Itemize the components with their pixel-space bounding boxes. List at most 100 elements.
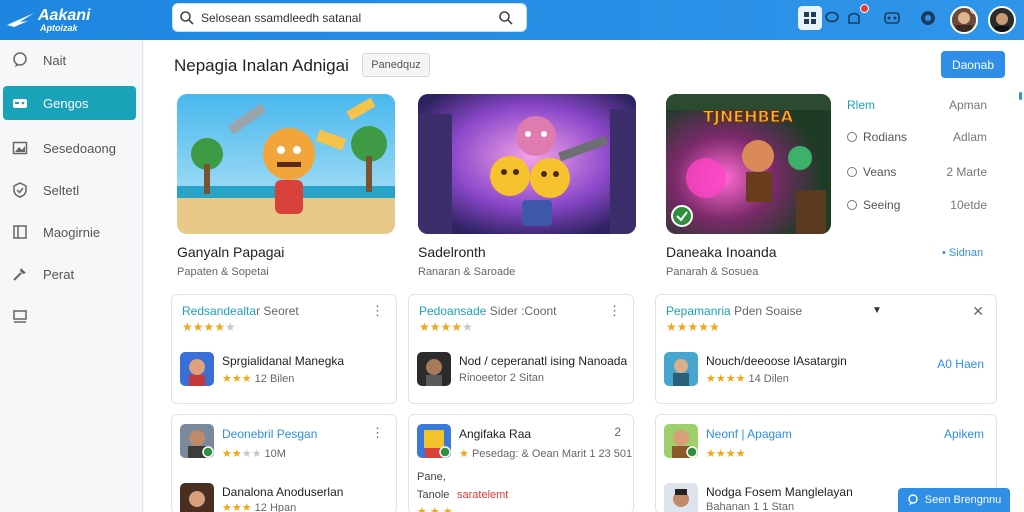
image-icon xyxy=(11,139,29,157)
star-rating: ★★★★ xyxy=(706,448,746,460)
app-thumbnail xyxy=(417,424,451,458)
sidebar-item-screen[interactable] xyxy=(3,299,136,333)
notification-badge xyxy=(860,4,869,13)
card-title[interactable]: Deonebril Pesgan xyxy=(222,427,317,441)
close-icon[interactable]: ✕ xyxy=(972,303,984,320)
card-action-link[interactable]: A0 Haen xyxy=(937,357,984,371)
app-meta: ★★★★ 14 Dilen xyxy=(706,373,789,385)
game-card[interactable]: Pepamanria Pden Soaise ▼ ✕ ★★★★★ Nouch/d… xyxy=(655,294,997,404)
profile-ring-icon[interactable] xyxy=(916,6,940,30)
chat-button[interactable]: Seen Brengnnu xyxy=(898,488,1010,512)
sidebar: Nait Gengos Sesedoaong Seltetl Maogirnie… xyxy=(0,40,143,512)
feature-title-3[interactable]: Daneaka Inoanda xyxy=(666,244,777,260)
radio-button[interactable] xyxy=(847,167,857,177)
primary-action-button[interactable]: Daonab xyxy=(941,51,1005,78)
feature-card-3[interactable]: TJNEHBEA xyxy=(666,94,831,234)
more-menu-icon[interactable]: ⋮ xyxy=(371,425,384,441)
feature-title-1[interactable]: Ganyaln Papagai xyxy=(177,244,284,260)
app-name[interactable]: Nouch/deeoose lAsatargin xyxy=(706,354,847,368)
sidebar-item-gengos[interactable]: Gengos xyxy=(3,86,136,120)
see-all-link[interactable]: • Sidnan xyxy=(942,247,983,259)
app-thumbnail xyxy=(180,352,214,386)
card-title[interactable]: Neonf | Apagam xyxy=(706,427,792,441)
search-submit-icon[interactable] xyxy=(498,10,514,26)
ranking-row-value: 2 Marte xyxy=(946,165,987,179)
card-highlight-text: saratelemt xyxy=(457,489,509,501)
ranking-row-label: Veans xyxy=(863,165,897,179)
card-title-main: Pepamanria xyxy=(666,304,731,318)
sidebar-item-label: Perat xyxy=(43,266,75,282)
ranking-header-left: Rlem xyxy=(847,98,876,112)
search-input[interactable] xyxy=(201,8,491,28)
scrollbar-indicator[interactable] xyxy=(1019,92,1022,100)
sidebar-item-maogirnie[interactable]: Maogirnie xyxy=(3,215,136,249)
feature-subtitle-2: Ranaran & Saroade xyxy=(418,266,516,278)
radio-button[interactable] xyxy=(847,200,857,210)
app-meta-text: Pesedag: & Oean Marit 1 23 501 xyxy=(471,448,633,460)
tools-icon xyxy=(11,265,29,283)
app-meta-text: 12 Hpan xyxy=(254,502,297,512)
feature-subtitle-1: Papaten & Sopetai xyxy=(177,266,269,278)
app-thumbnail xyxy=(664,352,698,386)
feature-card-1[interactable] xyxy=(177,94,395,234)
radio-button[interactable] xyxy=(847,132,857,142)
ranking-header-right: Apman xyxy=(948,98,987,112)
feature-title-2[interactable]: Sadelronth xyxy=(418,244,486,260)
book-icon xyxy=(11,223,29,241)
app-name[interactable]: Nodga Fosem Manglelayan xyxy=(706,485,853,499)
card-title-main: Pedoansade xyxy=(419,304,487,318)
gamepad-icon[interactable] xyxy=(880,6,904,30)
feature-card-2[interactable] xyxy=(418,94,636,234)
user-avatar-secondary[interactable] xyxy=(988,6,1016,34)
card-line-1: Pane, xyxy=(417,471,446,483)
game-card[interactable]: Angifaka Raa 2 ★ Pesedag: & Oean Marit 1… xyxy=(408,414,634,512)
sidebar-item-perat[interactable]: Perat xyxy=(3,257,136,291)
app-name[interactable]: Sprgialidanal Manegka xyxy=(222,354,344,368)
search-box[interactable] xyxy=(172,3,527,32)
card-title[interactable]: Angifaka Raa xyxy=(459,427,531,441)
app-tagline: Aptoizak xyxy=(40,23,78,33)
card-title-secondary: r Seoret xyxy=(256,304,299,318)
message-icon[interactable] xyxy=(820,6,844,30)
more-menu-icon[interactable]: ⋮ xyxy=(371,303,384,319)
card-title-secondary: Sider :Coont xyxy=(489,304,557,318)
app-meta: ★★★★ 10M xyxy=(222,448,286,460)
sidebar-item-seltetl[interactable]: Seltetl xyxy=(3,173,136,207)
notification-icon[interactable] xyxy=(842,4,869,30)
feature-image-1 xyxy=(177,94,395,234)
sidebar-item-label: Seltetl xyxy=(43,182,80,198)
sidebar-item-sesedoaong[interactable]: Sesedoaong xyxy=(3,131,136,165)
app-meta: ★★★ 12 Hpan xyxy=(222,502,297,512)
chat-button-label: Seen Brengnnu xyxy=(924,494,1002,506)
card-action-link[interactable]: Apikem xyxy=(944,427,984,441)
card-line-2: Tanole xyxy=(417,489,450,501)
sidebar-item-nait[interactable]: Nait xyxy=(3,43,136,77)
app-name[interactable]: Nod / ceperanatl ising Nanoada xyxy=(459,354,627,368)
app-meta: Bahanan 1 1 Stan xyxy=(706,501,795,512)
user-avatar-primary[interactable] xyxy=(950,6,978,34)
filter-chip[interactable]: Panedquz xyxy=(362,53,430,77)
feature-subtitle-3: Panarah & Sosuea xyxy=(666,266,759,278)
card-title: Pepamanria Pden Soaise xyxy=(666,304,802,318)
sidebar-item-label: Nait xyxy=(43,52,67,68)
feature-image-2 xyxy=(418,94,636,234)
more-menu-icon[interactable]: ⋮ xyxy=(608,303,621,319)
feature-image-3: TJNEHBEA xyxy=(666,94,831,234)
app-meta: ★ Pesedag: & Oean Marit 1 23 501 xyxy=(459,448,633,460)
app-logo[interactable]: Aakani Aptoizak xyxy=(6,5,106,35)
grid-icon[interactable] xyxy=(798,6,822,30)
badge-2-icon: 2 xyxy=(614,425,621,439)
sidebar-item-label: Gengos xyxy=(43,95,89,111)
app-name[interactable]: Danalona Anoduserlan xyxy=(222,485,343,499)
ranking-row-value: Adlam xyxy=(952,130,987,144)
dropdown-arrow-icon[interactable]: ▼ xyxy=(872,305,882,316)
game-card[interactable]: Pedoansade Sider :Coont ⋮ ★★★★★ Nod / ce… xyxy=(408,294,634,404)
sidebar-item-label: Maogirnie xyxy=(43,224,101,240)
app-thumbnail xyxy=(664,424,698,458)
game-card[interactable]: Redsandealtar Seoret ⋮ ★★★★★ Sprgialidan… xyxy=(171,294,397,404)
main-content: Nepagia Inalan Adnigai Panedquz Daonab T… xyxy=(144,40,1024,512)
app-thumbnail xyxy=(180,424,214,458)
game-card[interactable]: Deonebril Pesgan ⋮ ★★★★ 10M Danalona Ano… xyxy=(171,414,397,512)
app-thumbnail xyxy=(180,483,214,512)
screen-icon xyxy=(11,307,29,325)
